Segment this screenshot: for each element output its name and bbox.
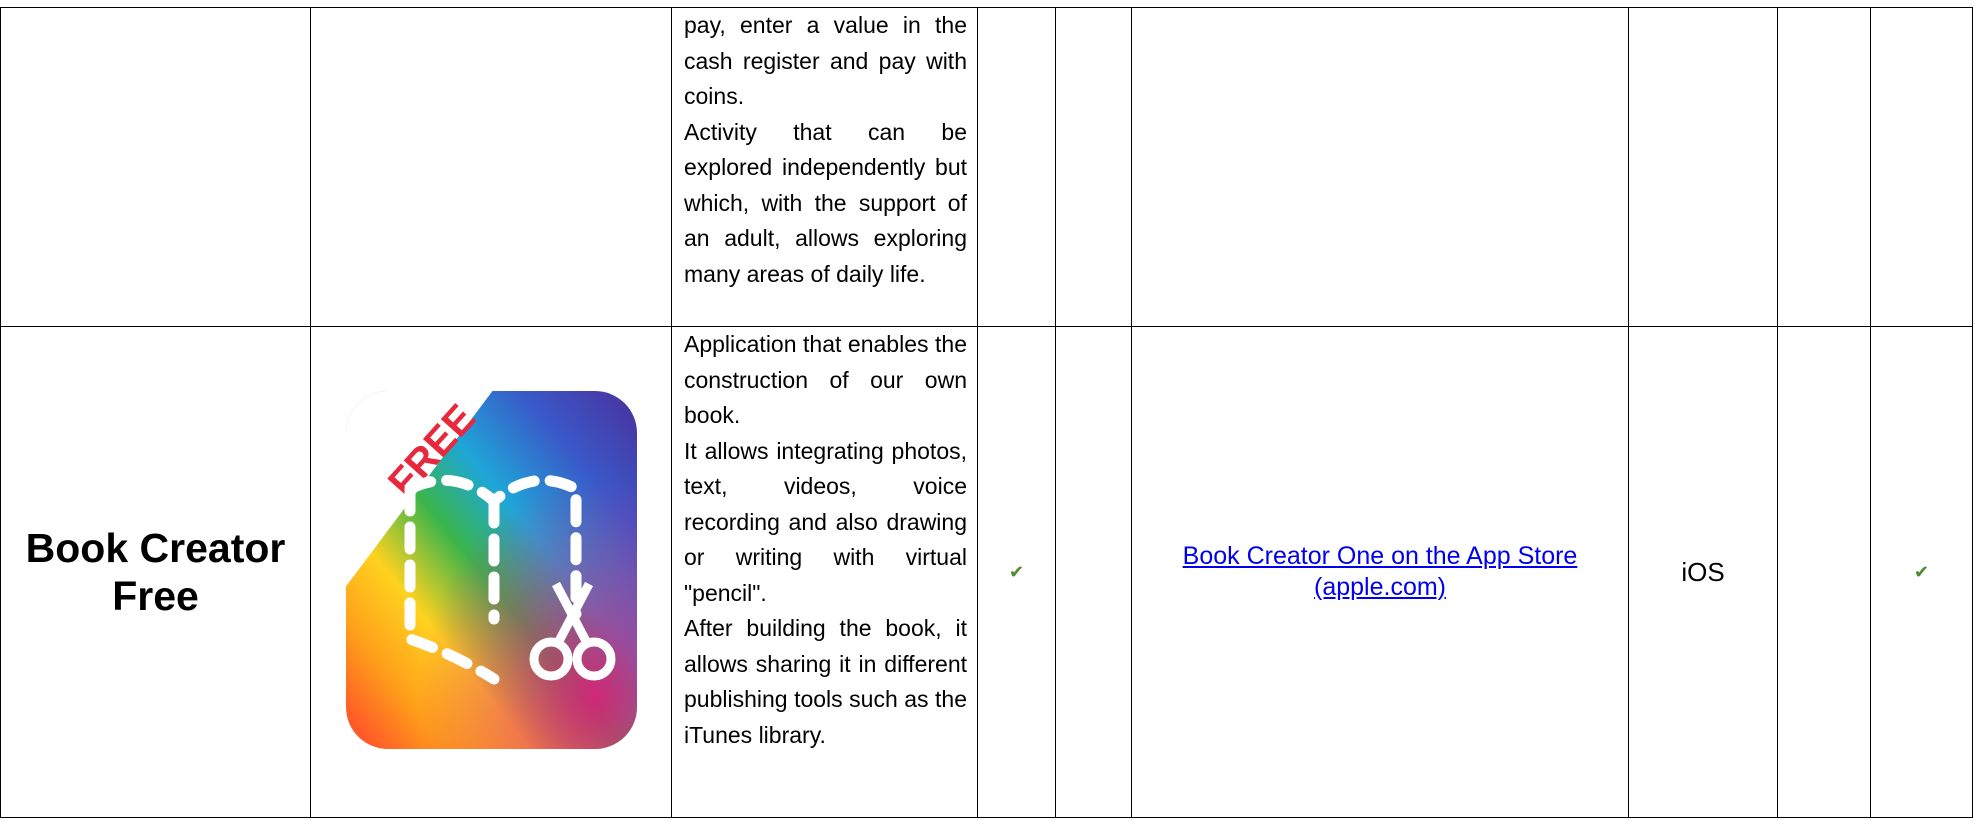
paid-check-cell	[1055, 7, 1132, 327]
book-creator-app-icon: FREE	[345, 390, 637, 749]
empty-cell	[1777, 326, 1871, 818]
apps-table: pay, enter a value in the cash register …	[0, 7, 1973, 818]
empty-cell	[1777, 7, 1871, 327]
link-cell: Book Creator One on the App Store (apple…	[1131, 326, 1629, 818]
check-cell	[1870, 7, 1973, 327]
app-icon-cell: FREE	[310, 326, 672, 818]
description-cell: pay, enter a value in the cash register …	[671, 7, 978, 327]
description-paragraph: Application that enables the constructio…	[684, 331, 967, 428]
table-row: Book Creator Free FREE Application that …	[0, 326, 1973, 818]
app-name: Book Creator Free	[0, 326, 311, 818]
platform-label: iOS	[1628, 326, 1778, 818]
description-paragraph: Activity that can be explored independen…	[684, 118, 967, 287]
document-page: pay, enter a value in the cash register …	[0, 0, 1975, 820]
table-row: pay, enter a value in the cash register …	[0, 7, 1973, 327]
app-icon-cell	[310, 7, 672, 327]
description-paragraph: It allows integrating photos, text, vide…	[684, 437, 967, 606]
checkmark-icon: ✔	[1870, 326, 1973, 818]
app-name-cell	[0, 7, 311, 327]
free-check-cell	[977, 7, 1056, 327]
description-cell: Application that enables the constructio…	[671, 326, 978, 818]
platform-cell	[1628, 7, 1778, 327]
link-cell	[1131, 7, 1629, 327]
description-paragraph: After building the book, it allows shari…	[684, 615, 967, 748]
checkmark-icon: ✔	[977, 326, 1056, 818]
empty-cell	[1055, 326, 1132, 818]
app-store-link[interactable]: Book Creator One on the App Store (apple…	[1183, 542, 1578, 601]
description-paragraph: pay, enter a value in the cash register …	[684, 12, 967, 109]
